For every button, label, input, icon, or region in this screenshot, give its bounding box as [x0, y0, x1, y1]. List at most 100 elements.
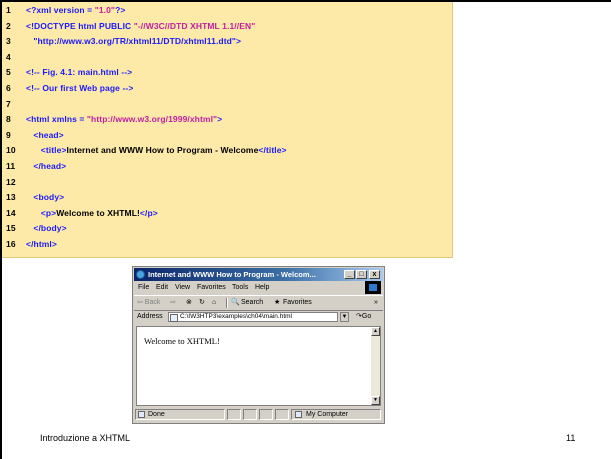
code-token: </p> [139, 207, 158, 218]
code-line: 3 "http://www.w3.org/TR/xhtml11/DTD/xhtm… [2, 35, 452, 48]
code-line: 14 <p>Welcome to XHTML!</p> [2, 207, 452, 220]
code-line: 12 [2, 176, 452, 189]
browser-window: Internet and WWW How to Program - Welcom… [132, 266, 385, 424]
code-token: <head> [26, 129, 64, 140]
page-icon [170, 314, 178, 322]
line-number: 5 [6, 67, 11, 78]
line-number: 14 [6, 207, 16, 218]
code-token: ?> [115, 5, 126, 15]
code-token: <!-- Our first Web page --> [26, 83, 134, 93]
menu-view[interactable]: View [175, 282, 190, 294]
menu-tools[interactable]: Tools [232, 282, 248, 294]
browser-title: Internet and WWW How to Program - Welcom… [148, 270, 316, 279]
code-token: Internet and WWW How to Program - Welcom… [66, 145, 259, 156]
address-input[interactable]: C:\IW3HTP3\examples\ch04\main.html [168, 312, 338, 322]
internet-explorer-icon [136, 270, 145, 279]
code-text: <!-- Our first Web page --> [26, 82, 133, 95]
favorites-button[interactable]: Favorites [283, 298, 312, 308]
address-label: Address [137, 313, 163, 320]
code-line: 9 <head> [2, 129, 452, 142]
browser-title-bar[interactable]: Internet and WWW How to Program - Welcom… [134, 268, 383, 281]
line-number: 4 [6, 51, 11, 62]
status-cell [259, 409, 273, 420]
search-button[interactable]: Search [241, 298, 263, 308]
go-button[interactable]: ↷Go [356, 310, 371, 324]
code-token: </html> [26, 239, 57, 249]
windows-logo-icon [365, 281, 381, 294]
search-icon[interactable]: 🔍 [231, 298, 240, 308]
menu-bar: File Edit View Favorites Tools Help [134, 282, 383, 294]
code-text: <html xmlns = "http://www.w3.org/1999/xh… [26, 113, 222, 126]
favorites-icon[interactable]: ★ [274, 298, 280, 308]
code-token: Welcome to XHTML! [56, 207, 140, 218]
line-number: 1 [6, 5, 11, 15]
code-line: 15 </body> [2, 222, 452, 235]
status-cell [243, 409, 257, 420]
menu-edit[interactable]: Edit [156, 282, 168, 294]
line-number: 3 [6, 36, 11, 47]
code-line: 13 <body> [2, 191, 452, 204]
code-text: <p>Welcome to XHTML!</p> [26, 207, 158, 220]
refresh-button[interactable]: ↻ [199, 298, 205, 308]
code-token: </title> [258, 145, 287, 156]
code-text: "http://www.w3.org/TR/xhtml11/DTD/xhtml1… [26, 35, 241, 48]
maximize-button[interactable]: □ [356, 270, 367, 279]
scroll-up-icon[interactable]: ▲ [371, 327, 380, 336]
code-text: </body> [26, 222, 67, 235]
home-button[interactable]: ⌂ [212, 298, 216, 308]
status-cell-zone: My Computer [291, 409, 381, 420]
code-line: 6 <!-- Our first Web page --> [2, 82, 452, 95]
code-line: 8 <html xmlns = "http://www.w3.org/1999/x… [2, 113, 452, 126]
code-token: </body> [26, 223, 67, 234]
status-cell-main: Done [135, 409, 225, 420]
menu-help[interactable]: Help [255, 282, 269, 294]
code-line: 4 [2, 51, 452, 64]
code-token: <title> [26, 145, 67, 156]
code-token: "http://www.w3.org/1999/xhtml" [86, 114, 218, 125]
vertical-scrollbar[interactable]: ▲ ▼ [371, 327, 380, 405]
line-number: 15 [6, 223, 16, 234]
code-token: <!DOCTYPE html PUBLIC [26, 20, 134, 31]
close-button[interactable]: x [369, 270, 380, 279]
address-bar: Address C:\IW3HTP3\examples\ch04\main.ht… [134, 310, 383, 324]
slide-page-number: 11 [566, 433, 576, 443]
toolbar-separator [226, 298, 228, 308]
forward-button[interactable]: ⇨ [170, 298, 176, 308]
code-text: <head> [26, 129, 64, 142]
code-token: <!-- Fig. 4.1: main.html --> [26, 67, 133, 78]
minimize-button[interactable]: _ [344, 270, 355, 279]
toolbar-overflow-chevron[interactable]: » [374, 298, 378, 308]
code-token: <html xmlns = [26, 114, 87, 125]
code-token: "-//W3C//DTD XHTML 1.1//EN" [133, 20, 256, 31]
code-text: <!-- Fig. 4.1: main.html --> [26, 66, 132, 79]
my-computer-icon [295, 411, 302, 418]
status-cell [275, 409, 289, 420]
menu-file[interactable]: File [138, 282, 149, 294]
browser-toolbar: ⇦ Back ⇨ ⊗ ↻ ⌂ 🔍 Search ★ Favorites » [134, 295, 383, 311]
line-number: 7 [6, 98, 11, 109]
back-button[interactable]: ⇦ Back [137, 298, 160, 308]
page-done-icon [138, 411, 145, 418]
status-zone: My Computer [306, 411, 349, 418]
code-line: 16 </html> [2, 238, 452, 251]
code-token: <body> [26, 192, 65, 203]
status-cell [227, 409, 241, 420]
page-viewport: Welcome to XHTML! ▲ ▼ [136, 326, 381, 406]
code-token: <p> [26, 207, 57, 218]
line-number: 13 [6, 192, 16, 203]
line-number: 12 [6, 176, 16, 187]
line-number: 2 [6, 20, 11, 31]
status-bar: Done My Computer [134, 408, 383, 421]
line-number: 6 [6, 83, 11, 93]
scroll-down-icon[interactable]: ▼ [371, 396, 380, 405]
menu-favorites[interactable]: Favorites [197, 282, 226, 294]
status-done: Done [148, 411, 165, 418]
code-text: </head> [26, 160, 66, 173]
code-line: 2 <!DOCTYPE html PUBLIC "-//W3C//DTD XHTM… [2, 20, 452, 33]
code-token: <?xml version = [26, 5, 95, 15]
stop-button[interactable]: ⊗ [186, 298, 192, 308]
code-text: <!DOCTYPE html PUBLIC "-//W3C//DTD XHTML… [26, 20, 255, 33]
code-token: "1.0" [94, 5, 116, 15]
address-dropdown-icon[interactable]: ▼ [340, 312, 349, 322]
code-token: > [217, 114, 223, 125]
